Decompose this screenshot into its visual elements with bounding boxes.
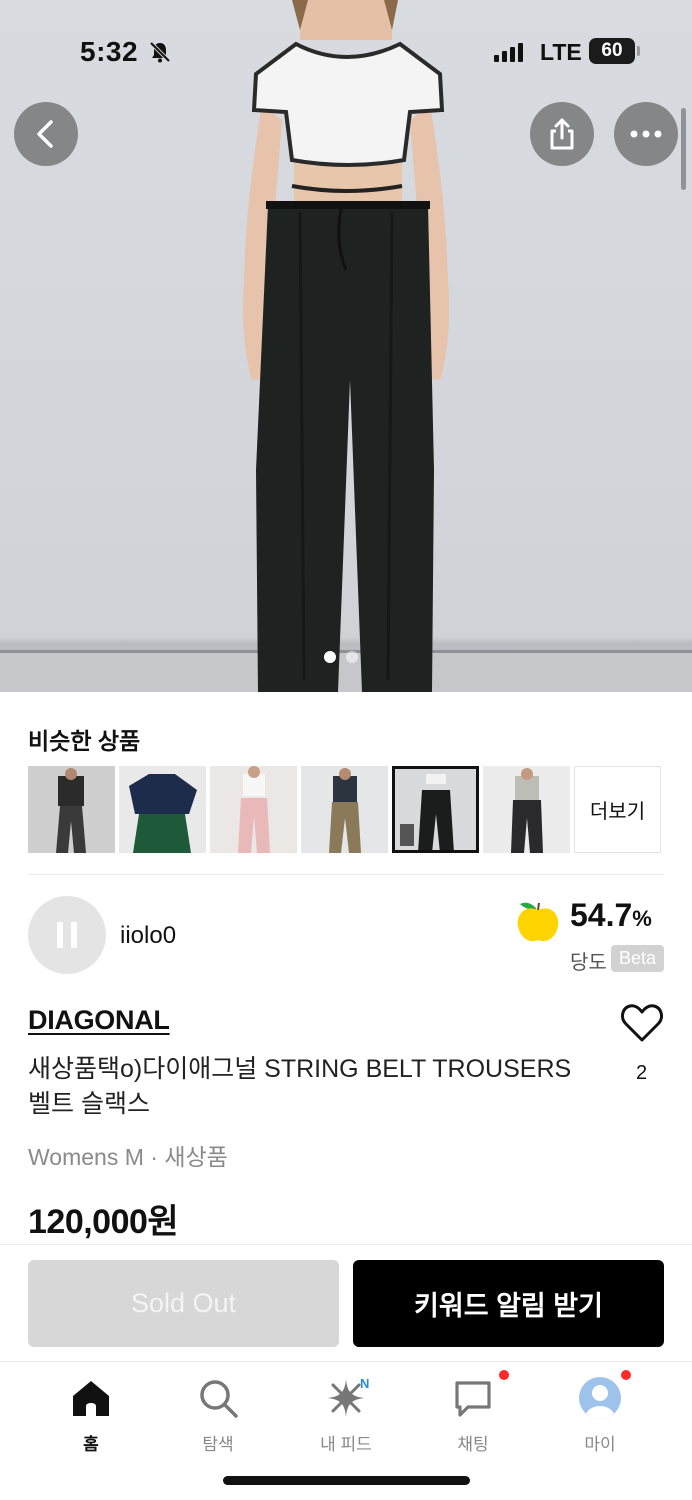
sweetness-score-unit: % — [632, 906, 652, 931]
similar-product-thumb[interactable] — [119, 766, 206, 853]
sweetness-score: 54.7% — [570, 897, 652, 934]
sweetness-score-value: 54.7 — [570, 897, 633, 933]
sweetness-apple-icon — [514, 898, 562, 949]
status-bar: 5:32 LTE 60 — [0, 0, 692, 104]
similar-products-title: 비슷한 상품 — [28, 728, 141, 754]
sold-out-button[interactable]: Sold Out — [28, 1260, 339, 1347]
product-title: 새상품택o)다이애그널 STRING BELT TROUSERS 벨트 슬랙스 — [28, 1055, 572, 1118]
similar-more-button[interactable]: 더보기 — [574, 766, 661, 853]
tab-home-label: 홈 — [83, 1435, 99, 1454]
similar-product-thumb[interactable] — [28, 766, 115, 853]
seller-avatar[interactable] — [28, 896, 106, 974]
keyword-alert-button[interactable]: 키워드 알림 받기 — [353, 1260, 664, 1347]
tab-chat[interactable]: 채팅 — [423, 1370, 523, 1456]
chat-bubble-icon — [455, 1381, 491, 1417]
tab-feed-label: 내 피드 — [320, 1435, 372, 1454]
similar-product-thumb[interactable] — [210, 766, 297, 853]
heart-icon — [621, 1004, 663, 1042]
beta-badge: Beta — [611, 945, 664, 972]
tab-search-label: 탐색 — [202, 1435, 234, 1454]
product-image-carousel[interactable]: 5:32 LTE 60 — [0, 0, 692, 692]
tab-my[interactable]: 마이 — [550, 1370, 650, 1456]
home-icon — [73, 1381, 109, 1416]
new-feed-badge: N — [360, 1376, 370, 1391]
similar-products-list: 더보기 — [28, 766, 661, 853]
seller-name[interactable]: iiolo0 — [120, 922, 176, 950]
battery-indicator: 60 — [589, 38, 640, 64]
similar-product-thumb-selected[interactable] — [392, 766, 479, 853]
product-price: 120,000원 — [28, 1203, 179, 1241]
home-indicator — [223, 1476, 470, 1485]
search-icon — [200, 1380, 238, 1418]
like-count: 2 — [636, 1062, 648, 1084]
silent-bell-icon — [148, 40, 172, 69]
chat-unread-dot — [499, 1370, 509, 1380]
profile-avatar-icon — [579, 1377, 621, 1419]
brand-link[interactable]: DIAGONAL — [28, 1005, 170, 1036]
share-button[interactable] — [530, 102, 594, 166]
carousel-pagination — [324, 651, 358, 663]
tab-my-label: 마이 — [584, 1435, 616, 1454]
share-icon — [550, 118, 574, 150]
similar-product-thumb[interactable] — [301, 766, 388, 853]
tab-chat-label: 채팅 — [457, 1435, 489, 1454]
scroll-indicator — [681, 108, 686, 190]
ellipsis-icon — [630, 130, 662, 138]
my-notification-dot — [621, 1370, 631, 1380]
cellular-signal-icon — [494, 42, 526, 67]
carousel-dot[interactable] — [346, 651, 358, 663]
like-button[interactable] — [620, 1003, 664, 1048]
pause-icon — [57, 922, 77, 948]
chevron-left-icon — [37, 120, 53, 148]
back-button[interactable] — [14, 102, 78, 166]
more-options-button[interactable] — [614, 102, 678, 166]
network-type: LTE — [540, 39, 582, 65]
tab-home[interactable]: 홈 — [41, 1376, 141, 1456]
tab-feed[interactable]: N 내 피드 — [296, 1376, 396, 1456]
purchase-action-bar: Sold Out 키워드 알림 받기 — [0, 1244, 692, 1361]
tab-search[interactable]: 탐색 — [168, 1376, 268, 1456]
product-meta: Womens M · 새상품 — [28, 1144, 228, 1170]
section-divider — [28, 874, 664, 875]
carousel-dot[interactable] — [324, 651, 336, 663]
status-time: 5:32 — [80, 36, 139, 67]
sweetness-label: 당도 — [570, 952, 607, 974]
similar-product-thumb[interactable] — [483, 766, 570, 853]
